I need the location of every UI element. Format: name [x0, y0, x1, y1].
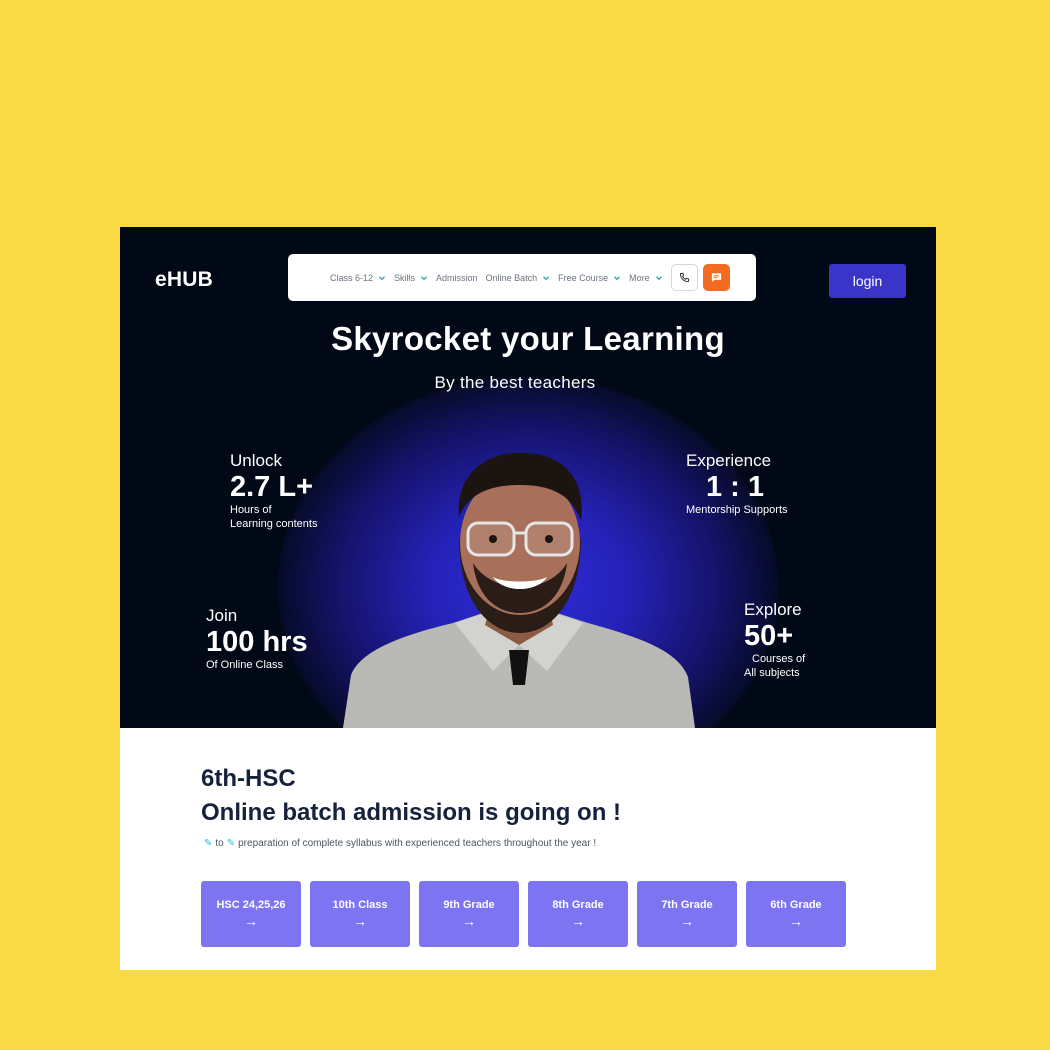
arrow-right-icon: →: [680, 913, 694, 929]
bulb-icon: ✎: [204, 838, 213, 849]
nav-item-label: More: [629, 272, 650, 283]
arrow-right-icon: →: [462, 913, 476, 929]
nav-item-online-batch[interactable]: Online Batch: [486, 273, 551, 283]
chevron-down-icon: [379, 275, 385, 280]
stat-caption: Learning contents: [230, 518, 318, 530]
grade-card-8th[interactable]: 8th Grade →: [528, 881, 628, 947]
desc-text: preparation of complete syllabus with ex…: [238, 838, 597, 849]
grade-card-9th[interactable]: 9th Grade →: [419, 881, 519, 947]
bulb-icon: ✎: [226, 838, 236, 849]
stat-unlock: Unlock 2.7 L+ Hours of Learning contents: [230, 451, 317, 531]
landing-page: eHUB Class 6-12 Skills Admission Online …: [120, 227, 936, 970]
nav-item-admission[interactable]: Admission: [436, 273, 478, 283]
stat-explore: Explore 50+ Courses of All subjects: [744, 600, 805, 680]
nav-item-label: Class 6-12: [330, 272, 374, 283]
stat-join: Join 100 hrs Of Online Class: [206, 606, 308, 672]
stat-experience: Experience 1 : 1 Mentorship Supports: [686, 451, 788, 517]
nav-item-more[interactable]: More: [629, 273, 663, 283]
hero-headline: Skyrocket your Learning: [331, 320, 725, 357]
grade-card-10th[interactable]: 10th Class →: [310, 881, 410, 947]
grade-card-7th[interactable]: 7th Grade →: [637, 881, 737, 947]
nav-item-label: Free Course: [558, 272, 609, 283]
stat-label: Experience: [686, 451, 772, 470]
grade-card-6th[interactable]: 6th Grade →: [746, 881, 846, 947]
login-button[interactable]: login: [829, 264, 906, 298]
nav-item-class[interactable]: Class 6-12: [330, 273, 386, 283]
grade-card-hsc[interactable]: HSC 24,25,26 →: [201, 881, 301, 947]
teacher-photo: [343, 452, 695, 728]
admission-section: 6th-HSC Online batch admission is going …: [201, 765, 621, 849]
nav-item-label: Skills: [394, 272, 416, 283]
nav-item-label: Online Batch: [485, 272, 538, 283]
chat-button[interactable]: [702, 264, 730, 291]
stat-value: 2.7 L+: [230, 471, 314, 503]
logo[interactable]: eHUB: [155, 268, 213, 292]
nav-item-free-course[interactable]: Free Course: [558, 273, 621, 283]
chevron-down-icon: [655, 275, 662, 280]
section-kicker: 6th-HSC: [201, 765, 296, 792]
stat-caption: Courses of: [752, 653, 806, 665]
nav-item-label: Admission: [436, 272, 478, 283]
section-description: ✎ to ✎ preparation of complete syllabus …: [201, 838, 621, 849]
stat-label: Explore: [744, 600, 802, 619]
navbar: Class 6-12 Skills Admission Online Batch…: [288, 254, 756, 301]
grade-cards: HSC 24,25,26 → 10th Class → 9th Grade → …: [201, 881, 855, 947]
chevron-down-icon: [543, 275, 550, 280]
call-button[interactable]: [670, 264, 698, 291]
stat-caption: Hours of: [230, 504, 272, 516]
grade-label: 10th Class: [332, 899, 388, 911]
chat-icon: [711, 273, 721, 282]
arrow-right-icon: →: [244, 913, 258, 929]
grade-label: 7th Grade: [661, 899, 713, 911]
desc-to: to: [215, 838, 224, 849]
stat-label: Join: [206, 606, 238, 625]
chevron-down-icon: [421, 275, 428, 280]
stat-value: 50+: [744, 620, 794, 652]
arrow-right-icon: →: [571, 913, 585, 929]
stat-caption: Mentorship Supports: [686, 504, 788, 516]
arrow-right-icon: →: [789, 913, 803, 929]
arrow-right-icon: →: [353, 913, 367, 929]
hero-subline: By the best teachers: [434, 373, 596, 392]
stat-caption: All subjects: [744, 667, 800, 679]
grade-label: 8th Grade: [552, 899, 604, 911]
grade-label: 6th Grade: [770, 899, 822, 911]
stat-caption: Of Online Class: [206, 659, 284, 671]
grade-label: 9th Grade: [443, 899, 495, 911]
grade-label: HSC 24,25,26: [216, 899, 286, 911]
phone-icon: [679, 272, 689, 283]
chevron-down-icon: [614, 275, 621, 280]
section-title: Online batch admission is going on !: [201, 799, 622, 826]
nav-item-skills[interactable]: Skills: [394, 273, 428, 283]
hero-section: eHUB Class 6-12 Skills Admission Online …: [120, 227, 936, 728]
stat-label: Unlock: [230, 451, 282, 470]
stat-value: 100 hrs: [206, 626, 308, 658]
stat-value: 1 : 1: [706, 471, 765, 503]
